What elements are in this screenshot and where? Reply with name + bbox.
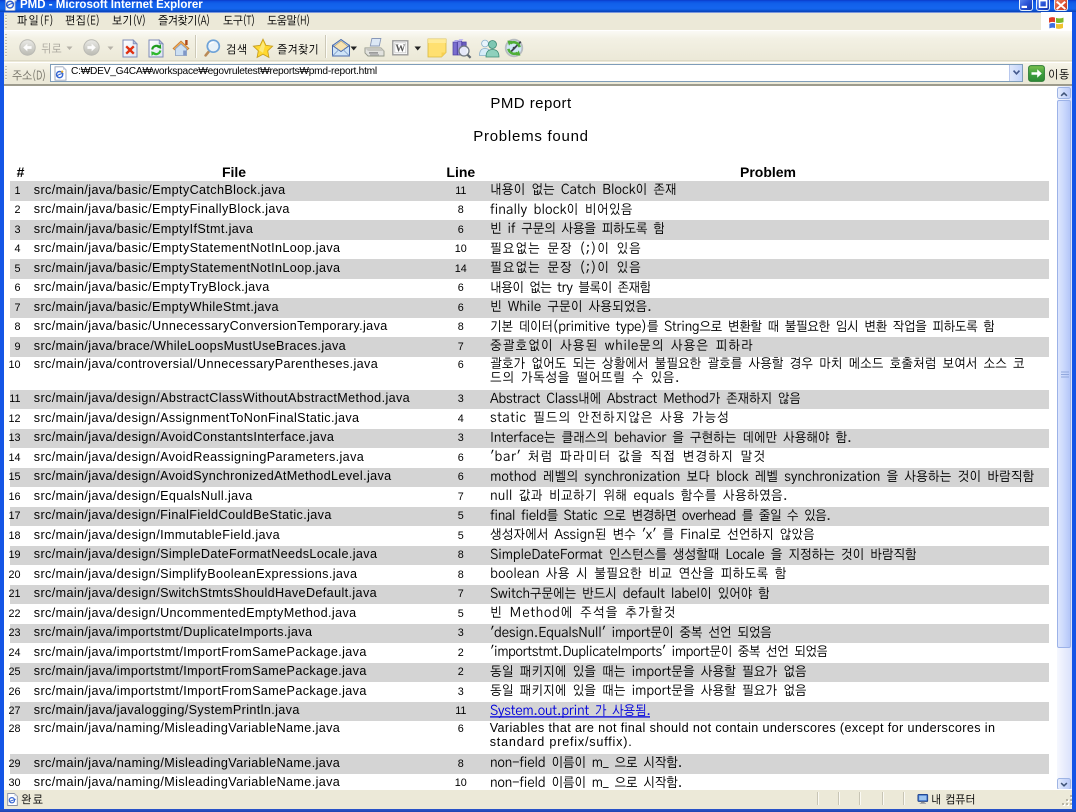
svg-text:W: W	[395, 44, 405, 55]
